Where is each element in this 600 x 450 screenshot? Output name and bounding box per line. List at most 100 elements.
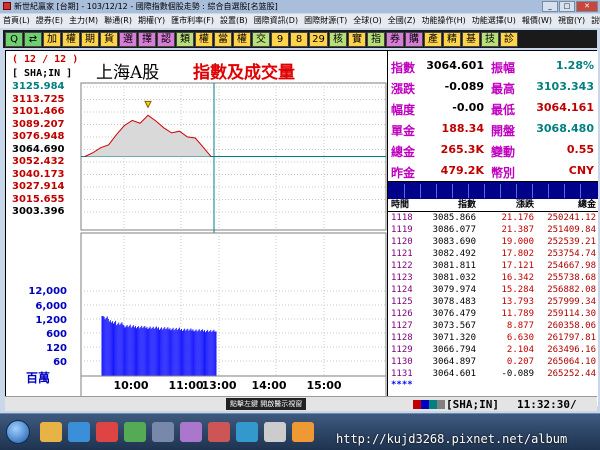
tick-cell: 3078.483 (432, 297, 476, 307)
toolbar-button-12[interactable]: 權 (233, 31, 251, 47)
status-clock: 11:32:30/ (517, 398, 577, 411)
toolbar-button-20[interactable]: 券 (386, 31, 404, 47)
tick-cell: 259114.30 (547, 309, 596, 319)
toolbar-button-13[interactable]: 交 (252, 31, 270, 47)
toolbar-button-1[interactable]: ⇄ (24, 31, 42, 47)
tick-cell: 1126 (391, 309, 413, 319)
tick-cell: 3083.690 (432, 237, 476, 247)
price-tick-label: 3101.466 (12, 106, 65, 117)
quote-separator-bar (388, 181, 598, 199)
chart-title: 上海A股 (96, 63, 159, 83)
app-icon-2[interactable] (124, 422, 146, 442)
tick-table-header: 時間 指數 漲跌 總金 (388, 199, 598, 212)
toolbar-button-19[interactable]: 指 (367, 31, 385, 47)
menu-item-14[interactable]: 視窗(Y) (555, 14, 588, 28)
tick-cell: 260358.06 (547, 321, 596, 331)
toolbar-button-7[interactable]: 擇 (138, 31, 156, 47)
tick-cell: 252539.21 (547, 237, 596, 247)
title-bar[interactable]: 新世紀贏家 [台期] - 103/12/12 - 國際指數個股走勢 : 綜合自選… (0, 0, 600, 13)
app-icon (3, 2, 11, 10)
tick-cell: 253754.74 (547, 249, 596, 259)
toolbar-button-4[interactable]: 期 (81, 31, 99, 47)
toolbar-button-14[interactable]: 9 (271, 31, 289, 47)
toolbar-button-5[interactable]: 貨 (100, 31, 118, 47)
tick-cell: 1122 (391, 261, 413, 271)
status-hint: 點擊左鍵 開啟醫示視窗 (226, 398, 307, 410)
app-icon-7[interactable] (264, 422, 286, 442)
app-icon-3[interactable] (152, 422, 174, 442)
toolbar-button-16[interactable]: 29 (309, 31, 328, 47)
toolbar-button-26[interactable]: 診 (500, 31, 518, 47)
toolbar-button-2[interactable]: 加 (43, 31, 61, 47)
separator-tick (516, 184, 517, 198)
menu-item-5[interactable]: 匯市利率(F) (168, 14, 217, 28)
menu-item-15[interactable]: 說明(I) (588, 14, 600, 28)
quote-value: CNY (568, 164, 594, 177)
toolbar-button-21[interactable]: 購 (405, 31, 423, 47)
menu-item-2[interactable]: 主力(M) (66, 14, 101, 28)
toolbar-button-15[interactable]: 8 (290, 31, 308, 47)
toolbar-button-6[interactable]: 選 (119, 31, 137, 47)
tick-column-header: 漲跌 (515, 200, 534, 210)
price-tick-label: 3015.655 (12, 193, 65, 205)
menu-item-1[interactable]: 證券(E) (33, 14, 66, 28)
close-button[interactable]: ✕ (576, 1, 598, 12)
menu-item-12[interactable]: 功能選擇(U) (469, 14, 519, 28)
toolbar-button-11[interactable]: 當 (214, 31, 232, 47)
volume-tick-label: 600 (46, 329, 67, 340)
menu-item-9[interactable]: 全球(O) (350, 14, 385, 28)
maximize-button[interactable]: □ (559, 1, 575, 12)
quote-label: 漲跌 (391, 82, 416, 96)
tick-cell: 16.342 (501, 273, 534, 283)
tick-cell: 3085.866 (432, 213, 476, 223)
quote-label: 指數 (391, 61, 416, 75)
browser-icon[interactable] (68, 422, 90, 442)
quote-label: 振幅 (491, 61, 516, 75)
tick-cell: 6.630 (506, 333, 534, 343)
menu-item-0[interactable]: 首頁(L) (0, 14, 33, 28)
app-icon-5[interactable] (208, 422, 230, 442)
menu-item-13[interactable]: 報價(W) (519, 14, 555, 28)
separator-tick (532, 184, 533, 198)
menu-item-7[interactable]: 國際資訊(D) (251, 14, 301, 28)
start-button[interactable] (6, 420, 30, 444)
menu-item-6[interactable]: 設置(B) (217, 14, 251, 28)
toolbar-button-25[interactable]: 技 (481, 31, 499, 47)
tick-cell: 3064.601 (432, 369, 476, 379)
legend-teal-square (429, 400, 437, 409)
menu-item-10[interactable]: 全國(Z) (385, 14, 419, 28)
toolbar-button-8[interactable]: 認 (157, 31, 175, 47)
quote-panel: 指數 3064.601 振幅 1.28% 漲跌 -0.089 最高 3103.343 幅度 -0.… (387, 51, 598, 406)
app-icon-4[interactable] (180, 422, 202, 442)
window-controls: _ □ ✕ (542, 1, 598, 12)
tick-cell: 1130 (391, 357, 413, 367)
toolbar-button-24[interactable]: 基 (462, 31, 480, 47)
menu-item-3[interactable]: 聯通(R) (101, 14, 135, 28)
toolbar-button-10[interactable]: 權 (195, 31, 213, 47)
toolbar-button-17[interactable]: 核 (329, 31, 347, 47)
tick-cell: -0.089 (501, 369, 534, 379)
toolbar-button-3[interactable]: 權 (62, 31, 80, 47)
status-color-legend (413, 400, 445, 409)
chart-date: ( 12 / 12 ) (12, 54, 79, 65)
tick-cell: 263496.16 (547, 345, 596, 355)
app-window: 新世紀贏家 [台期] - 103/12/12 - 國際指數個股走勢 : 綜合自選… (0, 0, 600, 450)
tick-row: 1127 3073.567 8.877 260358.06 (388, 320, 598, 332)
toolbar-button-23[interactable]: 精 (443, 31, 461, 47)
app-icon-6[interactable] (236, 422, 258, 442)
tick-column-header: 時間 (391, 200, 410, 210)
menu-item-4[interactable]: 期權(Y) (135, 14, 168, 28)
menu-item-11[interactable]: 功能操作(H) (419, 14, 469, 28)
app-icon-1[interactable] (96, 422, 118, 442)
explorer-icon[interactable] (40, 422, 62, 442)
menu-item-8[interactable]: 國際財源(T) (301, 14, 350, 28)
app-icon-8[interactable] (292, 422, 314, 442)
toolbar-button-0[interactable]: Q (5, 31, 23, 47)
time-tick-label: 14:00 (251, 379, 286, 392)
toolbar-button-18[interactable]: 實 (348, 31, 366, 47)
minimize-button[interactable]: _ (542, 1, 558, 12)
tick-row: 1125 3078.483 13.793 257999.34 (388, 296, 598, 308)
tick-cell: 3081.032 (432, 273, 476, 283)
toolbar-button-22[interactable]: 產 (424, 31, 442, 47)
toolbar-button-9[interactable]: 類 (176, 31, 194, 47)
